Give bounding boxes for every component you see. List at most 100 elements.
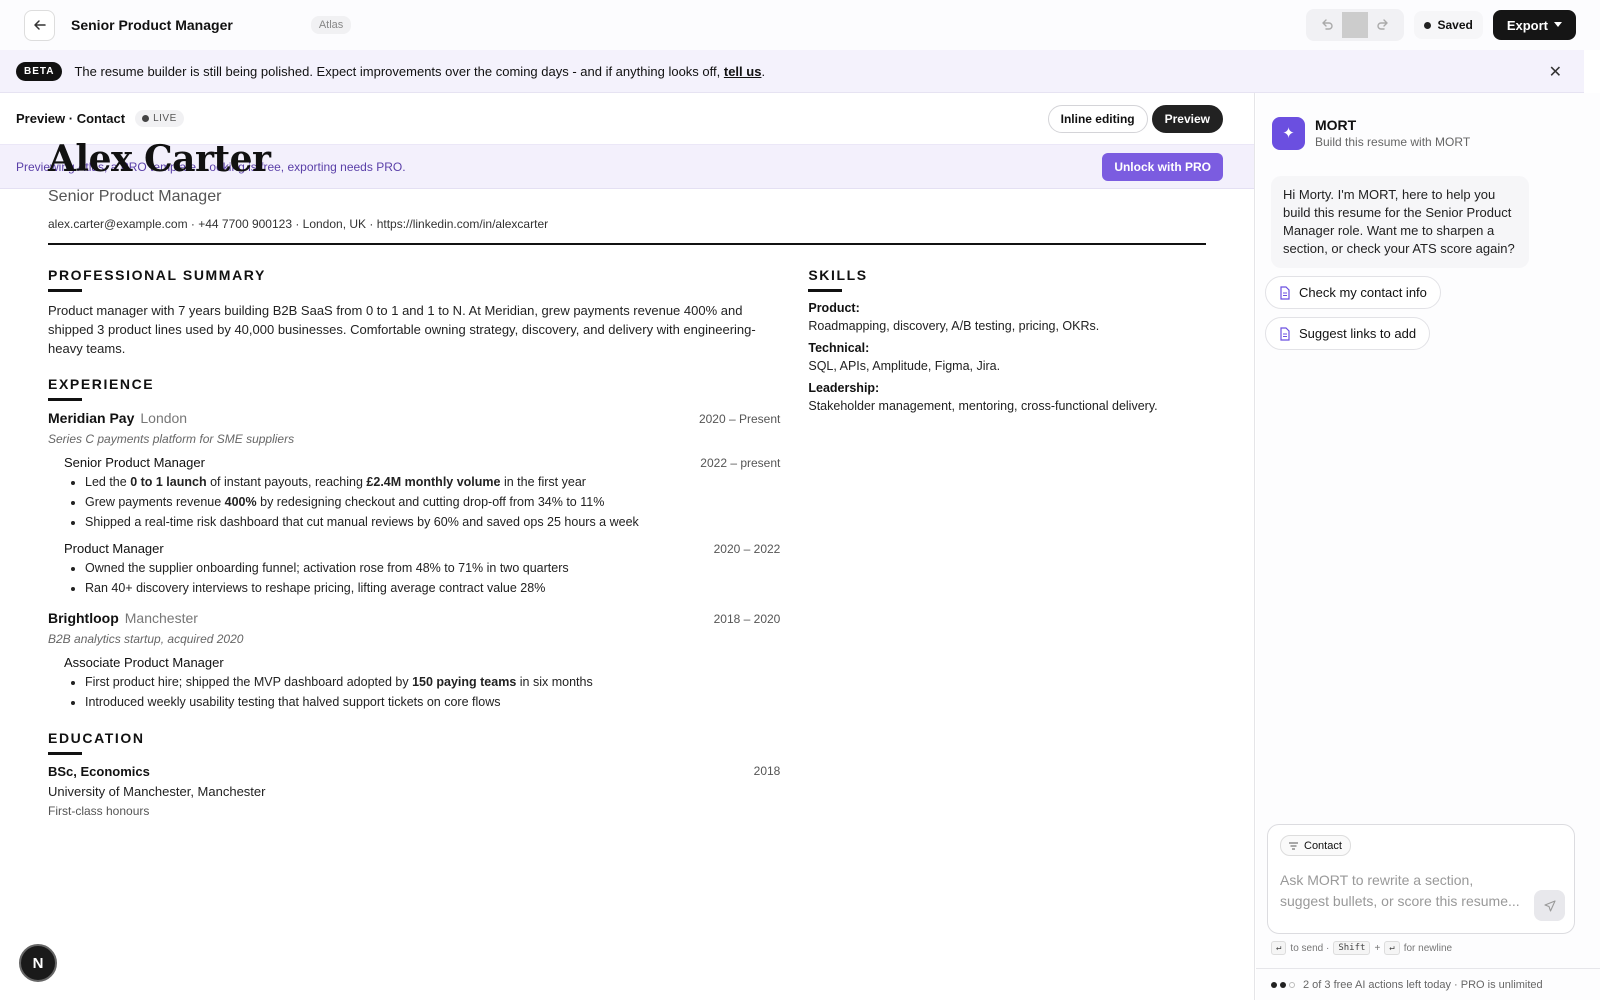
suggestion-chip[interactable]: Suggest links to add <box>1265 317 1431 350</box>
close-icon[interactable]: ✕ <box>1549 62 1562 82</box>
role-title: Senior Product Manager <box>64 455 205 470</box>
quota-dots <box>1271 981 1295 988</box>
education-year: 2018 <box>753 764 781 778</box>
experience-entry: Brightloop Manchester 2018 – 2020 B2B analy… <box>48 610 780 712</box>
saved-status: Saved <box>1414 11 1483 39</box>
header-divider <box>48 243 1206 245</box>
hint-newline: for newline <box>1403 942 1453 954</box>
shift-key: Shift <box>1333 941 1371 955</box>
bullet-text: in the first year <box>500 475 586 489</box>
skill-value: Roadmapping, discovery, A/B testing, pri… <box>808 319 1100 333</box>
preview-title: Preview · Contact <box>16 111 126 126</box>
bullet-highlight: £2.4M monthly volume <box>366 475 501 489</box>
resume-side-column: SKILLS Product: Roadmapping, discovery, A… <box>808 267 1208 818</box>
assistant-message: Hi Morty. I'm MORT, here to help you bui… <box>1271 176 1529 268</box>
hint-send: to send · <box>1290 942 1330 954</box>
suggestion-chip-label: Suggest links to add <box>1299 326 1417 341</box>
ai-quota: 2 of 3 free AI actions left today · PRO … <box>1256 968 1600 1000</box>
education-school: University of Manchester, Manchester <box>48 784 266 799</box>
undo-redo-group <box>1306 9 1405 41</box>
assistant-subtitle: Build this resume with MORT <box>1315 135 1471 149</box>
company-row: Brightloop Manchester 2018 – 2020 <box>48 610 780 626</box>
experience-heading: EXPERIENCE <box>48 376 155 392</box>
sparkle-icon: ✦ <box>1272 116 1305 150</box>
bullet-highlight: 400% <box>224 495 257 509</box>
company-location: Manchester <box>124 610 198 626</box>
bullet-item: Shipped a real-time risk dashboard that … <box>85 512 780 532</box>
bullet-item: Ran 40+ discovery interviews to reshape … <box>85 578 780 598</box>
assistant-panel: ✦ MORT Build this resume with MORT Hi Mo… <box>1256 93 1600 1000</box>
company-location: London <box>140 410 188 426</box>
input-hint: ↵ to send · Shift + ↵ for newline <box>1271 941 1452 955</box>
skills-heading: SKILLS <box>808 267 868 283</box>
preview-button[interactable]: Preview <box>1151 104 1223 133</box>
send-button[interactable] <box>1534 890 1565 921</box>
bullet-list: First product hire; shipped the MVP dash… <box>48 672 780 712</box>
filter-lines-icon <box>1289 842 1298 849</box>
chat-input[interactable]: Ask MORT to rewrite a section, suggest b… <box>1280 870 1525 912</box>
education-entry: BSc, Economics 2018 <box>48 764 780 779</box>
send-icon <box>1543 899 1556 912</box>
quota-dot-icon <box>1280 981 1286 988</box>
live-badge: LIVE <box>135 110 184 127</box>
quota-dot-icon <box>1289 981 1295 988</box>
back-button[interactable] <box>24 9 55 41</box>
document-title[interactable]: Senior Product Manager <box>71 17 233 33</box>
context-chip[interactable]: Contact <box>1280 835 1351 856</box>
chip-row: Suggest links to add <box>1256 309 1600 350</box>
bullet-item: Led the 0 to 1 launch of instant payouts… <box>85 472 780 492</box>
caret-down-icon <box>1554 22 1562 27</box>
bullet-text: First product hire; shipped the MVP dash… <box>85 675 413 689</box>
resume-main-column: PROFESSIONAL SUMMARY Product manager wit… <box>48 267 780 818</box>
experience-list: Meridian Pay London 2020 – Present Series C… <box>48 410 780 712</box>
export-button[interactable]: Export <box>1492 10 1576 40</box>
document-icon <box>1280 326 1290 341</box>
bullet-text: Ran 40+ discovery interviews to reshape … <box>85 581 546 595</box>
beta-badge: BETA <box>16 61 63 81</box>
tell-us-link[interactable]: tell us <box>724 64 762 79</box>
hint-plus: + <box>1374 942 1381 954</box>
redo-button[interactable] <box>1370 12 1396 38</box>
skills-list: Product: Roadmapping, discovery, A/B test… <box>808 301 1208 413</box>
bullet-text: Shipped a real-time risk dashboard that … <box>85 515 639 529</box>
role-row: Senior Product Manager 2022 – present <box>48 455 780 470</box>
live-dot-icon <box>142 115 150 122</box>
bullet-item: Owned the supplier onboarding funnel; ac… <box>85 558 780 578</box>
divider <box>1342 12 1369 38</box>
chip-row: Check my contact info <box>1256 268 1600 309</box>
document-icon <box>1280 285 1290 300</box>
bullet-item: Grew payments revenue 400% by redesignin… <box>85 492 780 512</box>
bullet-item: First product hire; shipped the MVP dash… <box>85 672 780 692</box>
heading-underline <box>48 752 82 755</box>
inline-editing-button[interactable]: Inline editing <box>1047 104 1148 133</box>
resume-contact: alex.carter@example.com · +44 7700 90012… <box>48 217 549 231</box>
dev-badge[interactable]: N <box>19 944 57 982</box>
live-label: LIVE <box>153 113 177 124</box>
bullet-text: Introduced weekly usability testing that… <box>85 695 501 709</box>
suggestion-chip[interactable]: Check my contact info <box>1265 276 1441 309</box>
undo-button[interactable] <box>1314 12 1340 38</box>
suggestion-chips: Check my contact info Suggest links to ad… <box>1256 268 1600 350</box>
beta-end: . <box>761 63 766 79</box>
undo-icon <box>1322 19 1334 30</box>
export-label: Export <box>1506 17 1548 33</box>
bullet-text: by redesigning checkout and cutting drop… <box>256 495 605 509</box>
role-dates: 2022 – present <box>700 456 781 470</box>
education-degree: BSc, Economics <box>48 764 150 779</box>
skill-label: Technical: <box>808 341 870 355</box>
resume-name: Alex Carter <box>48 138 271 180</box>
role-dates: 2020 – 2022 <box>713 542 781 556</box>
skill-value: SQL, APIs, Amplitude, Figma, Jira. <box>808 359 1001 373</box>
mode-toggle: Inline editing Preview <box>1047 104 1223 133</box>
suggestion-chip-label: Check my contact info <box>1299 285 1427 300</box>
summary-heading: PROFESSIONAL SUMMARY <box>48 267 266 283</box>
role-row: Product Manager 2020 – 2022 <box>48 541 780 556</box>
company-name: Meridian Pay <box>48 410 135 426</box>
bullet-text: Grew payments revenue <box>85 495 225 509</box>
enter-key-icon: ↵ <box>1271 941 1287 955</box>
beta-banner: BETA The resume builder is still being p… <box>0 50 1584 93</box>
assistant-header: ✦ MORT Build this resume with MORT <box>1256 93 1600 159</box>
chat-input-box[interactable]: Contact Ask MORT to rewrite a section, s… <box>1267 824 1575 934</box>
heading-underline <box>48 289 82 292</box>
beta-text: The resume builder is still being polish… <box>74 63 721 79</box>
